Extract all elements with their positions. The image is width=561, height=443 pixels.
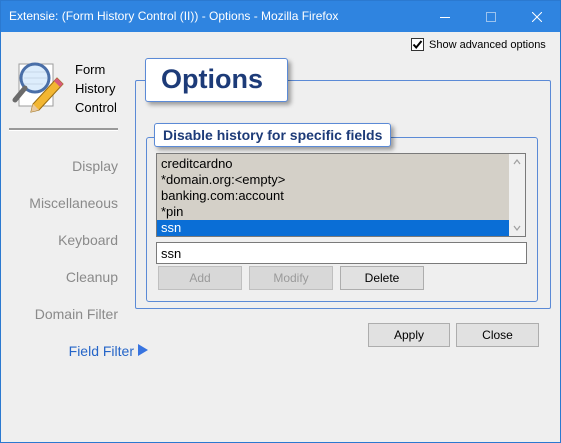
title-bar[interactable]: Extensie: (Form History Control (II)) - …	[1, 1, 560, 32]
apply-button[interactable]: Apply	[368, 323, 450, 347]
show-advanced-checkbox[interactable]: Show advanced options	[411, 38, 546, 51]
brand-line: History	[75, 81, 116, 96]
group-title: Disable history for specific fields	[154, 123, 392, 147]
sidebar-item-miscellaneous[interactable]: Miscellaneous	[29, 195, 118, 211]
page-title: Options	[161, 64, 263, 94]
list-item[interactable]: banking.com:account	[157, 188, 509, 204]
sidebar-item-keyboard[interactable]: Keyboard	[58, 232, 118, 248]
window-title: Extensie: (Form History Control (II)) - …	[9, 9, 339, 23]
sidebar-item-domain-filter[interactable]: Domain Filter	[35, 306, 118, 322]
minimize-icon	[440, 16, 450, 18]
field-list[interactable]: creditcardno *domain.org:<empty> banking…	[156, 153, 526, 237]
scroll-up-icon[interactable]	[513, 158, 521, 166]
brand-line: Control	[75, 100, 117, 115]
close-icon	[532, 11, 542, 22]
list-item[interactable]: *domain.org:<empty>	[157, 172, 509, 188]
client-area: Show advanced options Form History Contr…	[1, 32, 560, 442]
sidebar-item-cleanup[interactable]: Cleanup	[66, 269, 118, 285]
brand-name: Form History Control	[75, 60, 117, 117]
maximize-icon	[486, 11, 496, 22]
minimize-button[interactable]	[422, 1, 468, 32]
maximize-button[interactable]	[468, 1, 514, 32]
close-button[interactable]: Close	[456, 323, 539, 347]
delete-button[interactable]: Delete	[340, 266, 424, 290]
show-advanced-label: Show advanced options	[429, 38, 546, 51]
checkmark-icon	[412, 40, 423, 50]
field-input[interactable]	[156, 242, 527, 264]
brand-line: Form	[75, 62, 106, 77]
checkbox-box[interactable]	[411, 38, 424, 51]
modify-button[interactable]: Modify	[249, 266, 333, 290]
list-item[interactable]: creditcardno	[157, 156, 509, 172]
magnifier-pencil-icon	[9, 58, 71, 120]
sidebar-item-display[interactable]: Display	[72, 158, 118, 174]
options-heading: Options	[145, 58, 288, 102]
sidebar-item-field-filter[interactable]: Field Filter	[69, 343, 134, 359]
close-window-button[interactable]	[514, 1, 560, 32]
options-window: Extensie: (Form History Control (II)) - …	[0, 0, 561, 443]
list-item-selected[interactable]: ssn	[157, 220, 509, 236]
scroll-down-icon[interactable]	[513, 224, 521, 232]
add-button[interactable]: Add	[158, 266, 242, 290]
list-item[interactable]: *pin	[157, 204, 509, 220]
sidebar-separator	[9, 128, 118, 131]
list-scrollbar[interactable]	[509, 154, 525, 236]
active-arrow-icon	[138, 344, 148, 356]
